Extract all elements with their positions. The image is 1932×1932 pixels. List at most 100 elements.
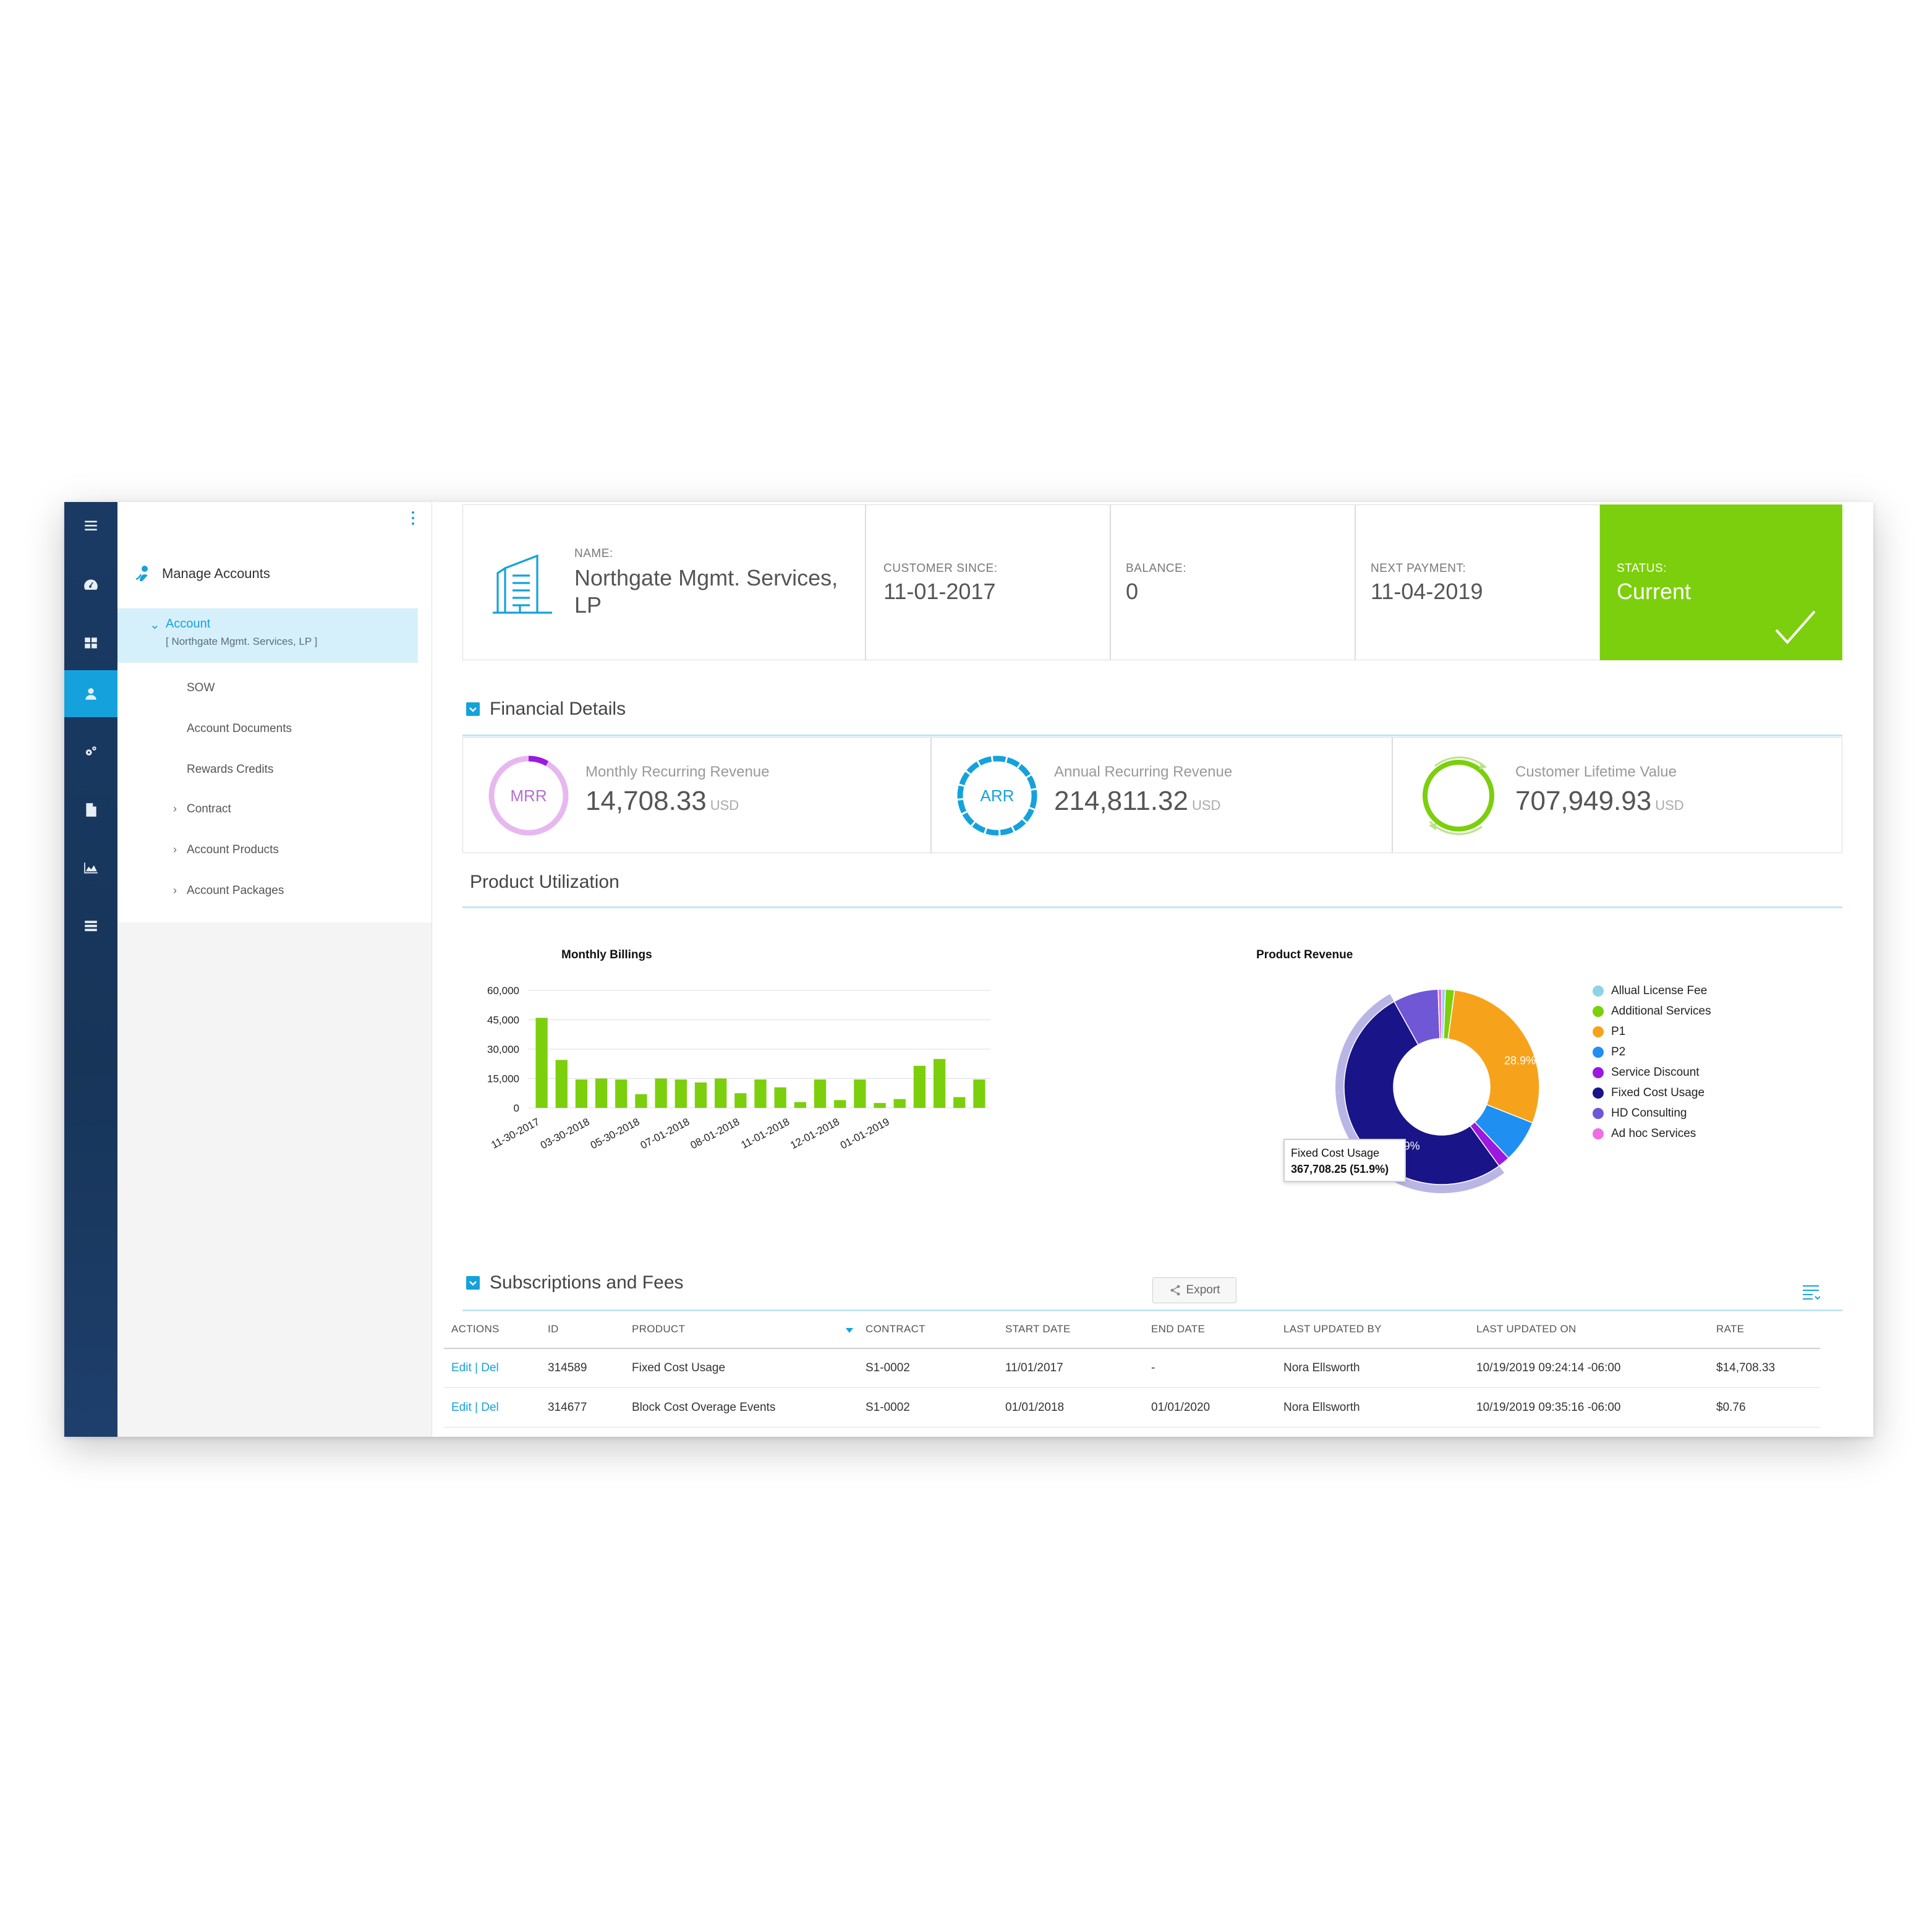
bar[interactable]	[973, 1079, 985, 1108]
financial-details-header[interactable]: Financial Details	[466, 699, 626, 720]
chevron-right-icon: ›	[173, 884, 177, 896]
nav-item-sow[interactable]: SOW	[187, 681, 215, 695]
nav-item-rewards-credits[interactable]: Rewards Credits	[187, 763, 273, 777]
chart-tooltip: Fixed Cost Usage 367,708.25 (51.9%)	[1283, 1139, 1406, 1182]
delete-link[interactable]: Del	[481, 1361, 499, 1374]
legend-item[interactable]: Service Discount	[1593, 1062, 1711, 1083]
bar[interactable]	[754, 1079, 767, 1108]
mrr-ring-icon: MRR	[488, 755, 569, 836]
bar[interactable]	[694, 1082, 707, 1108]
bar[interactable]	[674, 1079, 687, 1108]
subscriptions-header[interactable]: Subscriptions and Fees	[466, 1272, 684, 1293]
bar[interactable]	[774, 1087, 786, 1108]
clv-unit: USD	[1655, 798, 1684, 813]
customer-since-value: 11-01-2017	[883, 579, 996, 604]
list-icon[interactable]	[64, 903, 117, 950]
row-contract: S1-0002	[866, 1361, 910, 1374]
gears-icon[interactable]	[64, 728, 117, 775]
bar[interactable]	[794, 1102, 806, 1109]
legend-item[interactable]: Allual License Fee	[1593, 981, 1711, 1001]
bar[interactable]	[953, 1097, 966, 1108]
section-divider	[462, 1309, 1842, 1311]
column-header-product[interactable]: PRODUCT	[632, 1323, 685, 1335]
column-header-rate[interactable]: RATE	[1716, 1323, 1744, 1335]
edit-link[interactable]: Edit	[451, 1401, 472, 1414]
column-header-last-updated-on[interactable]: LAST UPDATED ON	[1476, 1323, 1577, 1335]
dashboard-icon[interactable]	[64, 561, 117, 608]
mrr-card: MRR Monthly Recurring Revenue 14,708.33 U…	[462, 737, 931, 853]
legend-item[interactable]: P1	[1593, 1021, 1711, 1042]
bar[interactable]	[893, 1099, 906, 1108]
export-button[interactable]: Export	[1152, 1277, 1236, 1303]
bar[interactable]	[595, 1078, 608, 1109]
app-window: Manage Accounts ⌄ Account [ Northgate Mg…	[64, 502, 1873, 1437]
bar[interactable]	[715, 1078, 727, 1109]
column-header-contract[interactable]: CONTRACT	[866, 1323, 926, 1335]
bar[interactable]	[933, 1058, 946, 1108]
nav-item-account-products[interactable]: › Account Products	[173, 843, 279, 857]
bar[interactable]	[655, 1078, 667, 1109]
legend-item[interactable]: Ad hoc Services	[1593, 1123, 1711, 1144]
legend-item[interactable]: HD Consulting	[1593, 1103, 1711, 1123]
account-name: Northgate Mgmt. Services,	[574, 565, 838, 590]
row-id: 314677	[548, 1401, 587, 1414]
column-header-end-date[interactable]: END DATE	[1151, 1323, 1205, 1335]
grid-icon[interactable]	[64, 619, 117, 666]
kebab-menu-icon[interactable]	[407, 508, 419, 530]
legend-label: P2	[1611, 1045, 1626, 1058]
row-actions: Edit | Del	[451, 1361, 499, 1375]
bar[interactable]	[913, 1065, 926, 1108]
icon-rail	[64, 502, 117, 1437]
edit-link[interactable]: Edit	[451, 1361, 472, 1374]
mrr-value: 14,708.33	[585, 786, 707, 816]
bar[interactable]	[635, 1094, 647, 1108]
clv-card: Customer Lifetime Value 707,949.93 USD	[1392, 737, 1842, 853]
building-icon	[493, 554, 552, 614]
column-header-last-updated-by[interactable]: LAST UPDATED BY	[1283, 1323, 1382, 1335]
column-header-actions[interactable]: ACTIONS	[451, 1323, 500, 1335]
x-tick-label: 11-30-2017	[489, 1116, 542, 1151]
bar[interactable]	[615, 1079, 628, 1108]
bar[interactable]	[874, 1103, 886, 1108]
row-updated-by: Nora Ellsworth	[1283, 1361, 1360, 1374]
next-payment-card: NEXT PAYMENT: 11-04-2019	[1355, 504, 1600, 660]
legend-item[interactable]: Additional Services	[1593, 1001, 1711, 1021]
bar[interactable]	[814, 1079, 827, 1108]
bar[interactable]	[575, 1079, 588, 1108]
document-icon[interactable]	[64, 786, 117, 833]
area-chart-icon[interactable]	[64, 845, 117, 892]
legend-swatch	[1593, 1128, 1604, 1139]
nav-item-label: Contract	[187, 802, 231, 815]
row-updated-on: 10/19/2019 09:35:16 -06:00	[1476, 1401, 1621, 1414]
status-label: STATUS:	[1617, 562, 1667, 575]
row-product: Fixed Cost Usage	[632, 1361, 726, 1374]
y-tick-label: 15,000	[487, 1073, 519, 1085]
status-card: STATUS: Current	[1600, 504, 1842, 660]
column-header-start-date[interactable]: START DATE	[1005, 1323, 1071, 1335]
y-tick-label: 30,000	[487, 1044, 519, 1055]
user-icon[interactable]	[64, 670, 117, 717]
bar[interactable]	[834, 1100, 846, 1108]
row-start-date: 11/01/2017	[1005, 1361, 1063, 1374]
column-header-id[interactable]: ID	[548, 1323, 559, 1335]
pie-data-label: 28.9%	[1504, 1054, 1536, 1066]
nav-item-account-packages[interactable]: › Account Packages	[173, 884, 284, 898]
nav-title: Manage Accounts	[162, 566, 270, 581]
bar[interactable]	[854, 1079, 866, 1108]
legend-label: HD Consulting	[1611, 1106, 1687, 1120]
delete-link[interactable]: Del	[481, 1401, 499, 1414]
column-settings-icon[interactable]	[1802, 1283, 1820, 1301]
legend-item[interactable]: P2	[1593, 1042, 1711, 1062]
y-tick-label: 60,000	[487, 985, 519, 997]
nav-item-account-documents[interactable]: Account Documents	[187, 722, 292, 736]
nav-item-label: Account Products	[187, 843, 279, 856]
bar[interactable]	[555, 1060, 568, 1108]
bar[interactable]	[535, 1018, 548, 1108]
bar[interactable]	[734, 1093, 747, 1108]
sort-down-icon[interactable]	[845, 1327, 854, 1334]
action-separator: |	[475, 1401, 478, 1414]
nav-item-account[interactable]: ⌄ Account [ Northgate Mgmt. Services, LP…	[117, 608, 418, 663]
legend-item[interactable]: Fixed Cost Usage	[1593, 1083, 1711, 1103]
nav-item-contract[interactable]: › Contract	[173, 802, 231, 816]
menu-icon[interactable]	[64, 502, 117, 549]
